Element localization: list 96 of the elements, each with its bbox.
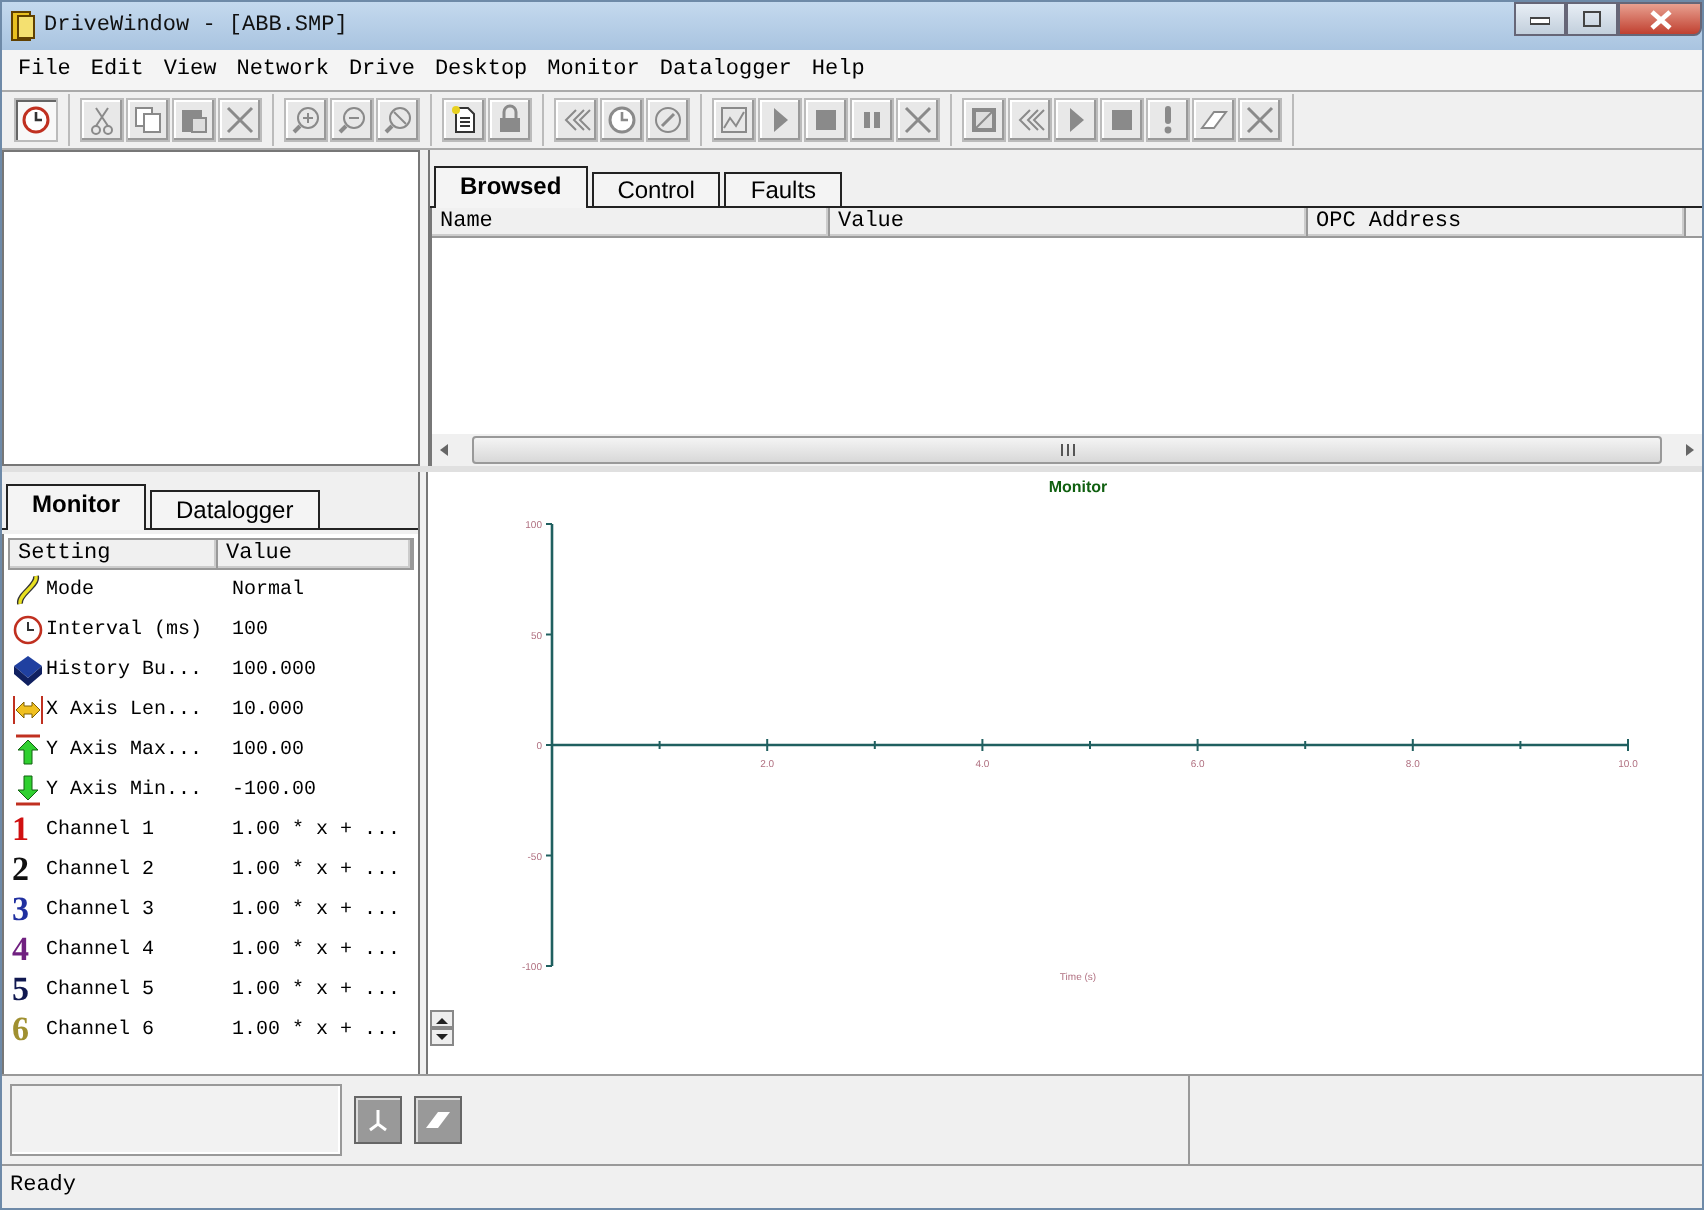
column-header[interactable]: Name (432, 208, 830, 236)
chart-icon (718, 104, 750, 136)
setting-value: 1.00 * x + ... (232, 899, 401, 921)
stop-icon (1106, 104, 1138, 136)
frame-icon (968, 104, 1000, 136)
stop-icon (810, 104, 842, 136)
setting-name: Channel 1 (46, 819, 155, 841)
setting-name: Channel 6 (46, 1019, 155, 1041)
tab[interactable]: Control (591, 172, 721, 206)
copy-icon (132, 104, 164, 136)
column-header[interactable]: Value (218, 540, 412, 568)
toolbar-button[interactable] (442, 98, 486, 142)
setting-name: Mode (46, 579, 95, 601)
setting-name: Channel 2 (46, 859, 155, 881)
setting-value: 1.00 * x + ... (232, 1019, 401, 1041)
channel-number: 6 (12, 1014, 31, 1046)
spin-up-button[interactable] (430, 1010, 454, 1028)
column-header[interactable]: Setting (10, 540, 218, 568)
cross-icon (902, 104, 934, 136)
down-arrow-icon (12, 774, 44, 806)
setting-name: Y Axis Max... (46, 739, 203, 761)
paste-icon (178, 104, 210, 136)
close-icon (1649, 9, 1671, 29)
book-icon (12, 654, 44, 686)
pen-icon (652, 104, 684, 136)
spin-down-button[interactable] (430, 1028, 454, 1046)
setting-value: 100.000 (232, 659, 317, 681)
cross-icon (224, 104, 256, 136)
channel-number: 3 (12, 894, 31, 926)
tool-button[interactable] (414, 1096, 462, 1144)
minimize-icon (1530, 13, 1550, 25)
setting-value: 100 (232, 619, 269, 641)
menu-item[interactable]: Desktop (426, 58, 540, 82)
channel-number: 5 (12, 974, 31, 1006)
setting-name: Channel 3 (46, 899, 155, 921)
clock-icon (606, 104, 638, 136)
up-arrow-icon (12, 734, 44, 766)
setting-value: 10.000 (232, 699, 305, 721)
menu-item[interactable]: Edit (82, 58, 156, 82)
column-header[interactable]: OPC Address (1308, 208, 1686, 236)
setting-value: 1.00 * x + ... (232, 939, 401, 961)
setting-value: 1.00 * x + ... (232, 859, 401, 881)
menu-item[interactable]: Monitor (539, 58, 652, 82)
new-document-icon (448, 104, 480, 136)
up-arrow-icon (436, 1015, 448, 1023)
zoom-in-icon (290, 104, 322, 136)
setting-value: 1.00 * x + ... (232, 979, 401, 1001)
channel-number: 2 (12, 854, 31, 886)
cross-icon (1244, 104, 1276, 136)
grip-icon[interactable] (1059, 444, 1075, 456)
menu-item[interactable]: View (155, 58, 229, 82)
horizontal-scrollbar[interactable] (432, 434, 1702, 466)
column-header[interactable]: Value (830, 208, 1308, 236)
scissors-icon (86, 104, 118, 136)
rewind-icon (1014, 104, 1046, 136)
menu-item[interactable]: File (10, 58, 83, 82)
setting-name: Channel 4 (46, 939, 155, 961)
menu-item[interactable]: Drive (340, 58, 427, 82)
minimize-button[interactable] (1514, 2, 1566, 36)
tab[interactable]: Datalogger (150, 490, 320, 528)
tab[interactable]: Faults (724, 172, 843, 206)
setting-name: Y Axis Min... (46, 779, 203, 801)
status-text: Ready (10, 1174, 77, 1198)
app-icon (10, 10, 38, 42)
setting-name: X Axis Len... (46, 699, 203, 721)
wave-icon (12, 574, 44, 606)
maximize-icon (1582, 10, 1602, 28)
close-button[interactable] (1618, 2, 1702, 36)
rewind-icon (560, 104, 592, 136)
toolbar-button[interactable] (14, 98, 58, 142)
clock-icon (20, 104, 52, 136)
down-arrow-icon (436, 1033, 448, 1041)
padlock-icon (494, 104, 526, 136)
channel-number: 1 (12, 814, 31, 846)
window-title: DriveWindow - [ABB.SMP] (44, 14, 348, 38)
clock-icon (12, 614, 44, 646)
chart-title: Monitor (1048, 478, 1108, 496)
setting-name: History Bu... (46, 659, 203, 681)
maximize-button[interactable] (1566, 2, 1618, 36)
zoom-out-icon (336, 104, 368, 136)
setting-value: 1.00 * x + ... (232, 819, 401, 841)
setting-value: Normal (232, 579, 305, 601)
menu-item[interactable]: Network (228, 58, 341, 82)
magnifier-icon (382, 104, 414, 136)
tab[interactable]: Browsed (434, 166, 588, 208)
horizontal-arrows-icon (12, 694, 44, 726)
input-field[interactable] (10, 1084, 342, 1156)
menu-item[interactable]: Datalogger (651, 58, 804, 82)
menu-item[interactable]: Help (803, 58, 877, 82)
setting-name: Channel 5 (46, 979, 155, 1001)
setting-name: Interval (ms) (46, 619, 203, 641)
setting-value: -100.00 (232, 779, 317, 801)
setting-value: 100.00 (232, 739, 305, 761)
channel-number: 4 (12, 934, 31, 966)
tool-button[interactable] (354, 1096, 402, 1144)
tab[interactable]: Monitor (6, 484, 146, 530)
